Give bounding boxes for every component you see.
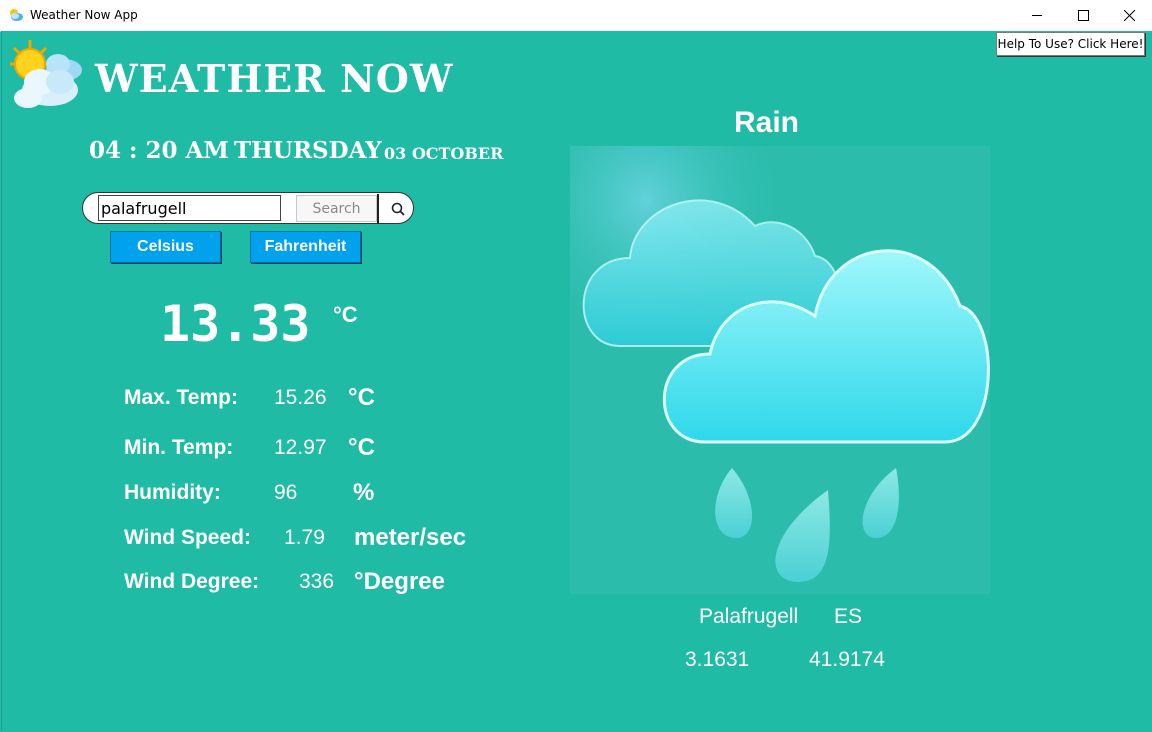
celsius-button[interactable]: Celsius: [110, 231, 221, 263]
wind-degree-value: 336: [299, 570, 335, 593]
wind-degree-unit: °Degree: [354, 568, 445, 595]
close-button[interactable]: [1106, 0, 1152, 31]
min-temp-unit: °C: [348, 434, 375, 461]
title-bar: Weather Now App: [0, 0, 1152, 32]
search-button[interactable]: Search: [296, 195, 377, 222]
help-button[interactable]: Help To Use? Click Here!: [996, 32, 1145, 56]
minimize-button[interactable]: [1014, 0, 1060, 31]
app-icon: [10, 9, 23, 21]
latitude-value: 41.9174: [809, 648, 885, 671]
current-date: 03 OCTOBER: [384, 144, 504, 163]
city-name: Palafrugell: [699, 605, 799, 628]
current-time: 04 : 20 AM: [89, 137, 229, 164]
maximize-icon: [1077, 10, 1089, 21]
max-temp-label: Max. Temp:: [124, 386, 238, 409]
humidity-label: Humidity:: [124, 481, 221, 504]
longitude-value: 3.1631: [685, 648, 750, 671]
wind-degree-label: Wind Degree:: [124, 570, 260, 593]
wind-speed-value: 1.79: [284, 526, 325, 549]
search-icon[interactable]: [390, 201, 406, 217]
search-divider: [377, 194, 379, 224]
close-icon: [1123, 10, 1135, 21]
min-temp-label: Min. Temp:: [124, 436, 234, 459]
country-code: ES: [834, 605, 863, 628]
current-temperature: 13.33: [160, 295, 311, 353]
min-temp-value: 12.97: [274, 436, 327, 459]
fahrenheit-button[interactable]: Fahrenheit: [250, 231, 361, 263]
rain-cloud-icon: [570, 146, 990, 594]
minimize-icon: [1031, 15, 1042, 16]
weather-logo-icon: [10, 40, 82, 108]
weather-condition: Rain: [734, 106, 800, 139]
max-temp-value: 15.26: [274, 386, 327, 409]
window-title: Weather Now App: [30, 8, 138, 22]
current-day: THURSDAY: [234, 137, 382, 164]
search-input[interactable]: [98, 195, 281, 221]
wind-speed-unit: meter/sec: [354, 524, 467, 551]
max-temp-unit: °C: [348, 384, 375, 411]
humidity-unit: %: [353, 479, 375, 506]
app-heading: WEATHER NOW: [95, 56, 454, 101]
maximize-button[interactable]: [1060, 0, 1106, 31]
wind-speed-label: Wind Speed:: [124, 526, 251, 549]
temperature-unit: °C: [333, 302, 358, 327]
humidity-value: 96: [274, 481, 298, 504]
